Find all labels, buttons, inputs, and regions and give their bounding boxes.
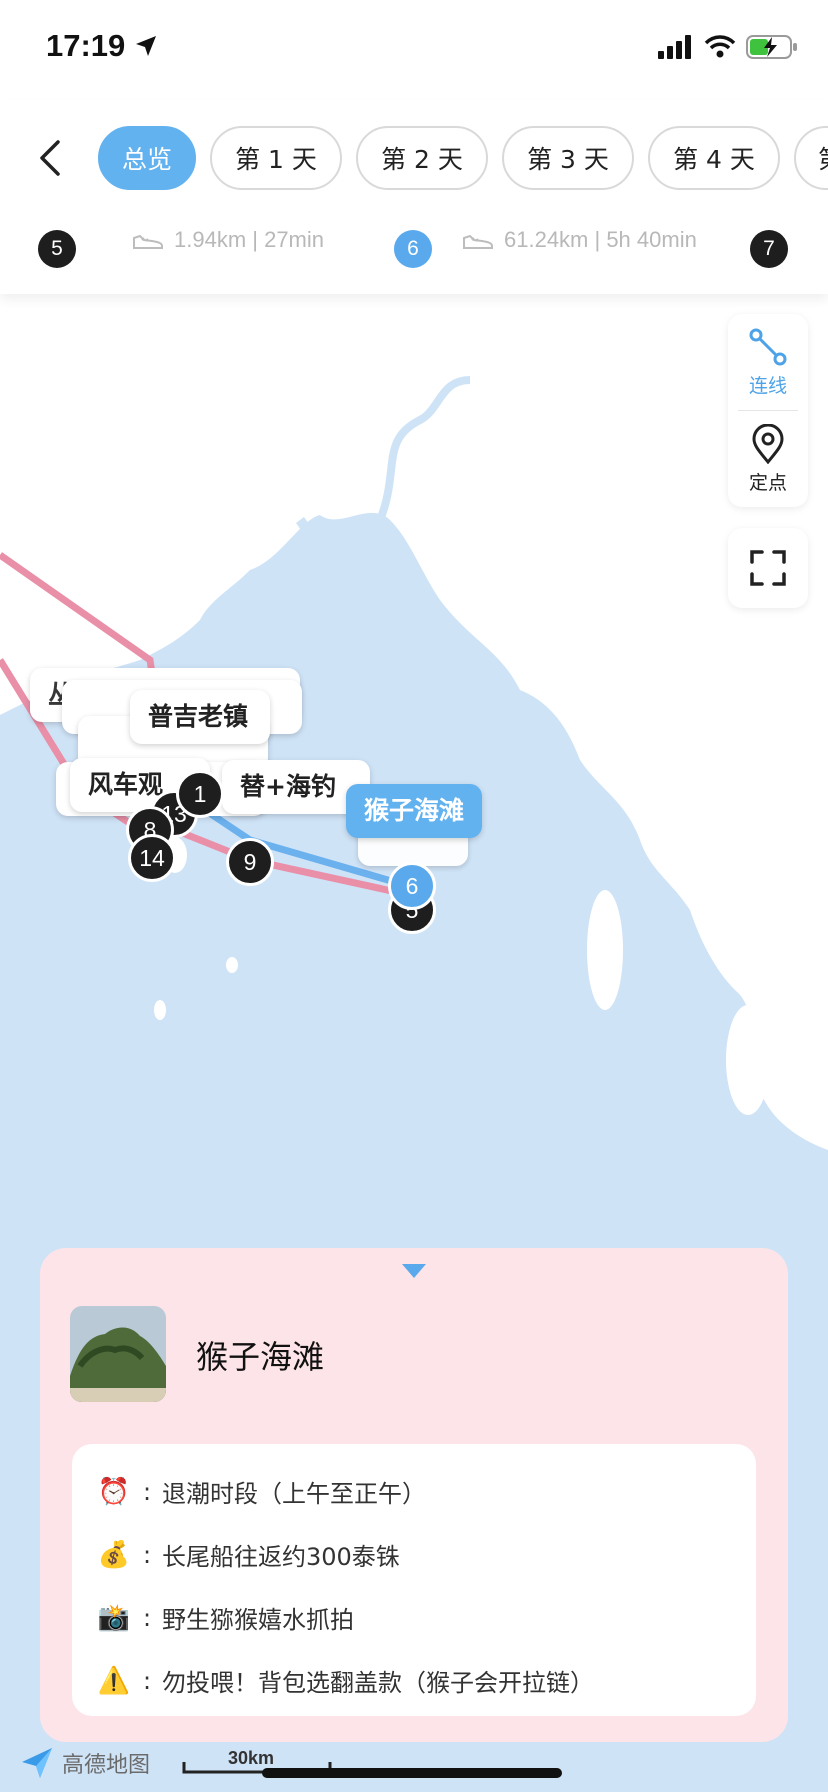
header: 总览 第 1 天 第 2 天 第 3 天 第 4 天 第 5 1.94km | …: [0, 100, 828, 294]
info-row-warning: ⚠️ : 勿投喂！背包选翻盖款（猴子会开拉链）: [96, 1649, 732, 1712]
route-segment-1-text: 1.94km | 27min: [174, 227, 325, 252]
map-pin-14[interactable]: 14: [128, 834, 176, 882]
route-segment-2: 61.24km | 5h 40min: [462, 227, 697, 253]
fullscreen-button[interactable]: [728, 528, 808, 608]
status-bar: 17:19: [0, 0, 828, 100]
tab-day-5-partial[interactable]: 第: [794, 126, 828, 190]
stop-badge-6[interactable]: 6: [394, 230, 432, 268]
poi-title: 猴子海滩: [196, 1338, 325, 1376]
shoe-icon: [463, 234, 493, 249]
stop-badge-5[interactable]: 5: [38, 230, 76, 268]
locate-point-button[interactable]: 定点: [728, 411, 808, 507]
stop-badge-7[interactable]: 7: [750, 230, 788, 268]
battery-charging-icon: [746, 35, 797, 59]
map-pin-9[interactable]: 9: [226, 838, 274, 886]
shoe-icon: [133, 234, 163, 249]
fullscreen-icon: [750, 550, 786, 586]
day-tabs: 总览 第 1 天 第 2 天 第 3 天 第 4 天 第: [98, 126, 828, 190]
map-pin-6[interactable]: 6: [388, 862, 436, 910]
poi-thumbnail[interactable]: [70, 1306, 166, 1402]
tab-day-2[interactable]: 第 2 天: [356, 126, 489, 190]
map-mode-controls: 连线 定点: [728, 314, 808, 507]
chevron-left-icon: [40, 140, 60, 176]
location-pin-icon: [752, 423, 784, 464]
route-segment-2-text: 61.24km | 5h 40min: [504, 227, 697, 252]
money-bag-icon: 💰: [97, 1539, 131, 1570]
location-arrow-icon: [136, 36, 156, 56]
map-callout-monkey-beach[interactable]: 猴子海滩: [346, 784, 482, 838]
info-row-time: ⏰ : 退潮时段（上午至正午）: [96, 1460, 732, 1523]
info-text-photo: 野生猕猴嬉水抓拍: [162, 1606, 354, 1634]
info-text-price: 长尾船往返约300泰铢: [162, 1543, 400, 1571]
tab-day-1[interactable]: 第 1 天: [210, 126, 343, 190]
amap-logo-icon: [22, 1748, 52, 1778]
route-segment-row: 5 1.94km | 27min 6 61.24km | 5h 40min 7: [0, 218, 828, 278]
info-row-photo: 📸 : 野生猕猴嬉水抓拍: [96, 1586, 732, 1649]
camera-flash-icon: 📸: [97, 1602, 131, 1633]
alarm-clock-icon: ⏰: [97, 1476, 131, 1507]
poi-info-list: ⏰ : 退潮时段（上午至正午） 💰 : 长尾船往返约300泰铢 📸 : 野生猕猴…: [72, 1444, 756, 1716]
wifi-icon: [704, 35, 736, 58]
route-segment-1: 1.94km | 27min: [132, 227, 324, 253]
status-icons: [658, 34, 798, 60]
amap-logo-text: 高德地图: [62, 1753, 151, 1778]
info-text-warning: 勿投喂！背包选翻盖款（猴子会开拉链）: [162, 1669, 594, 1697]
tab-overview[interactable]: 总览: [98, 126, 197, 190]
connect-lines-button[interactable]: 连线: [728, 314, 808, 410]
locate-point-label: 定点: [748, 471, 787, 494]
status-time: 17:19: [46, 28, 126, 63]
map-scale-label: 30km: [228, 1748, 275, 1768]
cellular-signal-icon: [658, 35, 691, 59]
back-button[interactable]: [28, 130, 72, 186]
tab-day-3[interactable]: 第 3 天: [502, 126, 635, 190]
poi-detail-card[interactable]: 猴子海滩 ⏰ : 退潮时段（上午至正午） 💰 : 长尾船往返约300泰铢 📸 :…: [40, 1248, 788, 1742]
info-text-time: 退潮时段（上午至正午）: [162, 1480, 426, 1508]
info-row-price: 💰 : 长尾船往返约300泰铢: [96, 1523, 732, 1586]
connect-lines-label: 连线: [748, 374, 787, 397]
poi-photo: [70, 1306, 166, 1402]
warning-icon: ⚠️: [97, 1665, 131, 1696]
route-connect-icon: [749, 328, 787, 365]
tab-day-4[interactable]: 第 4 天: [648, 126, 781, 190]
amap-logo: 高德地图: [18, 1744, 150, 1782]
map-callout-old-town[interactable]: 普吉老镇: [130, 690, 270, 744]
map-pin-1[interactable]: 1: [176, 770, 224, 818]
home-indicator[interactable]: [262, 1768, 562, 1778]
card-drag-handle[interactable]: [402, 1264, 426, 1278]
